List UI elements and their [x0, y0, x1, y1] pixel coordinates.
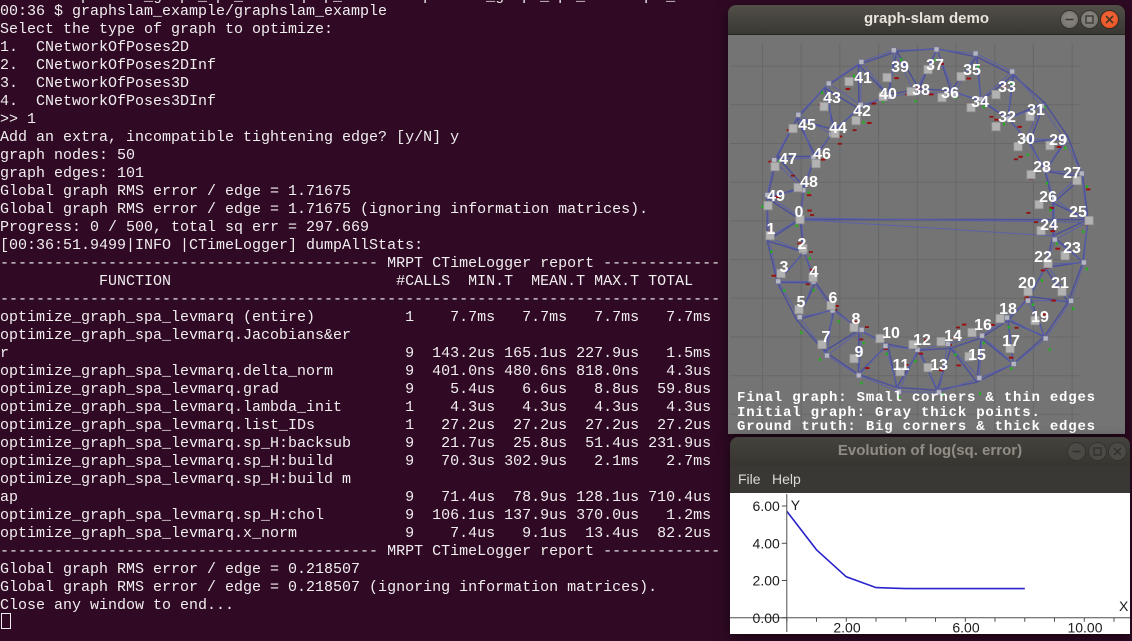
svg-text:X: X — [1119, 598, 1129, 614]
svg-text:25: 25 — [1069, 204, 1087, 221]
svg-text:37: 37 — [926, 57, 944, 74]
svg-text:46: 46 — [813, 146, 831, 163]
svg-text:4: 4 — [810, 264, 819, 281]
svg-text:32: 32 — [998, 109, 1016, 126]
svg-text:44: 44 — [829, 120, 847, 137]
svg-text:11: 11 — [893, 357, 910, 374]
svg-text:49: 49 — [767, 188, 785, 205]
svg-text:4.00: 4.00 — [753, 535, 780, 551]
svg-text:10.00: 10.00 — [1067, 619, 1102, 634]
svg-text:7: 7 — [822, 329, 831, 346]
svg-text:16: 16 — [974, 317, 992, 334]
svg-text:18: 18 — [999, 301, 1017, 318]
svg-text:15: 15 — [968, 347, 986, 364]
svg-text:41: 41 — [854, 70, 872, 87]
svg-text:38: 38 — [912, 82, 930, 99]
svg-text:14: 14 — [944, 328, 962, 345]
svg-text:6: 6 — [829, 290, 838, 307]
svg-text:2.00: 2.00 — [753, 573, 780, 589]
svg-text:21: 21 — [1051, 275, 1069, 292]
svg-text:22: 22 — [1034, 249, 1052, 266]
svg-text:13: 13 — [930, 357, 948, 374]
svg-text:17: 17 — [1002, 333, 1020, 350]
svg-text:47: 47 — [779, 151, 797, 168]
svg-text:6.00: 6.00 — [952, 619, 979, 634]
svg-text:33: 33 — [998, 79, 1016, 96]
svg-text:20: 20 — [1018, 275, 1036, 292]
svg-text:24: 24 — [1040, 217, 1058, 234]
svg-text:34: 34 — [971, 94, 989, 111]
svg-text:19: 19 — [1031, 309, 1049, 326]
svg-text:45: 45 — [798, 117, 816, 134]
svg-text:5: 5 — [797, 294, 806, 311]
svg-text:48: 48 — [800, 174, 818, 191]
svg-text:26: 26 — [1039, 189, 1057, 206]
svg-text:10: 10 — [882, 325, 900, 342]
svg-text:36: 36 — [941, 85, 959, 102]
svg-text:30: 30 — [1017, 131, 1035, 148]
svg-text:35: 35 — [963, 62, 981, 79]
svg-text:0.00: 0.00 — [753, 610, 780, 626]
svg-text:1: 1 — [767, 221, 776, 238]
svg-text:12: 12 — [913, 332, 931, 349]
svg-text:43: 43 — [823, 90, 841, 107]
svg-text:23: 23 — [1063, 240, 1081, 257]
svg-text:39: 39 — [891, 59, 909, 76]
svg-text:42: 42 — [853, 103, 871, 120]
svg-text:Y: Y — [791, 497, 801, 513]
svg-text:27: 27 — [1063, 165, 1081, 182]
svg-text:2.00: 2.00 — [833, 619, 860, 634]
svg-text:8: 8 — [852, 311, 861, 328]
svg-text:28: 28 — [1033, 159, 1051, 176]
svg-text:40: 40 — [879, 86, 897, 103]
svg-text:2: 2 — [798, 236, 807, 253]
svg-text:6.00: 6.00 — [753, 498, 780, 514]
svg-text:31: 31 — [1027, 102, 1045, 119]
svg-text:29: 29 — [1049, 132, 1067, 149]
svg-text:0: 0 — [795, 204, 804, 221]
svg-text:3: 3 — [780, 259, 789, 276]
svg-text:9: 9 — [855, 344, 864, 361]
